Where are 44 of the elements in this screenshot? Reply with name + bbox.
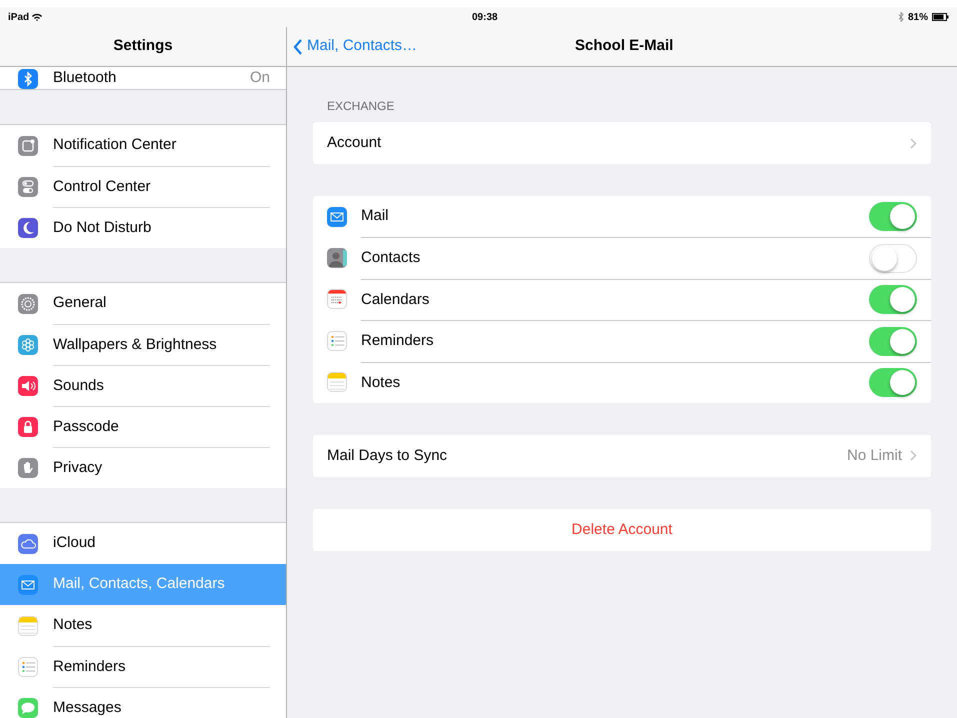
speaker-icon	[18, 376, 38, 396]
service-label: Reminders	[361, 331, 435, 352]
battery-percentage: 81%	[908, 10, 928, 24]
calendar-icon	[327, 289, 347, 310]
service-label: Notes	[361, 372, 402, 392]
toggle-switch[interactable]	[869, 202, 917, 232]
mail-icon	[327, 206, 347, 227]
toggle-switch[interactable]	[869, 368, 917, 398]
bluetooth-icon	[898, 12, 904, 22]
flower-icon	[18, 334, 38, 354]
clock-time: 09:38	[472, 10, 498, 24]
setting-value: On	[250, 68, 270, 88]
service-label: Mail	[361, 206, 390, 226]
sidebar-title: Settings	[113, 36, 173, 56]
toggle-switch[interactable]	[869, 326, 917, 356]
lock-icon	[18, 416, 38, 436]
mail-days-row[interactable]: Mail Days to Sync No Limit	[313, 434, 931, 477]
toggle-switch[interactable]	[869, 244, 917, 274]
notes-icon	[18, 616, 38, 636]
hand-icon	[18, 458, 38, 478]
account-row[interactable]: Account	[313, 122, 931, 164]
cloud-icon	[18, 534, 38, 554]
back-button[interactable]: Mail, Contacts…	[293, 35, 418, 58]
page-title: School E-Mail	[575, 36, 674, 56]
service-label: Calendars	[361, 290, 430, 310]
reminders-icon	[327, 330, 347, 351]
device-name: iPad	[8, 10, 30, 24]
toggle-switch[interactable]	[869, 285, 917, 314]
contacts-icon	[327, 248, 347, 268]
notes-icon	[327, 372, 347, 392]
battery-icon	[932, 13, 949, 21]
moon-icon	[18, 218, 38, 238]
section-header: EXCHANGE	[327, 98, 396, 115]
mail-icon	[18, 574, 38, 594]
reminders-icon	[18, 656, 38, 676]
delete-account-button[interactable]: Delete Account	[313, 508, 931, 551]
gear-icon	[18, 294, 38, 314]
chevron-right-icon	[910, 138, 917, 148]
service-label: Contacts	[361, 248, 422, 268]
chevron-right-icon	[910, 450, 917, 462]
setting-value: No Limit	[846, 446, 902, 466]
wifi-icon	[32, 13, 42, 21]
chevron-left-icon	[293, 38, 303, 54]
messages-icon	[18, 698, 38, 718]
